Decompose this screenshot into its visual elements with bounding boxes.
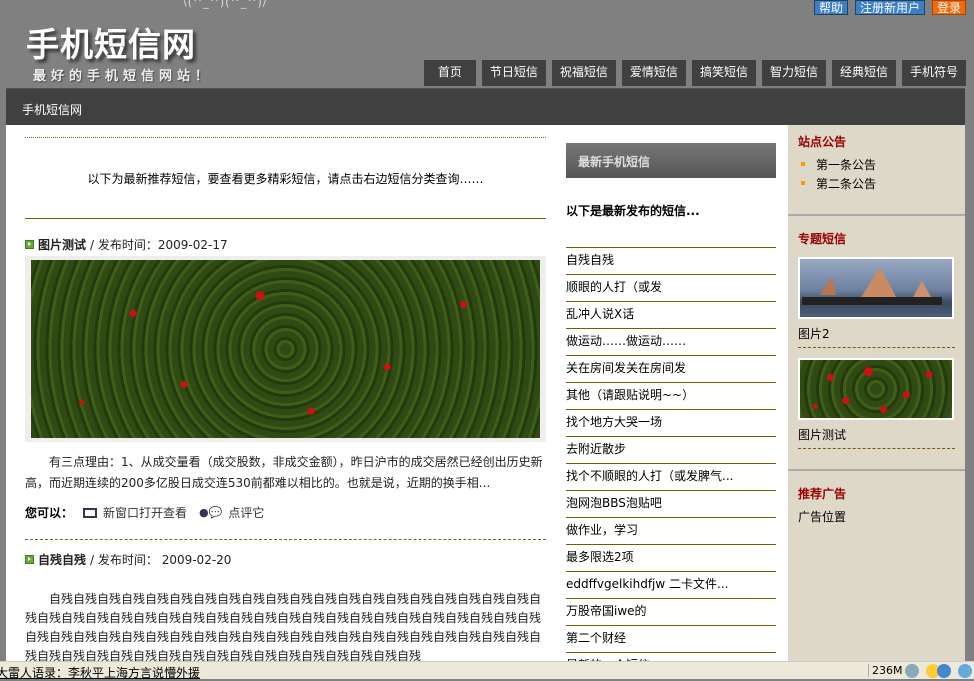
post-meta: / 发布时间：2009-02-17 <box>90 237 228 252</box>
register-button[interactable]: 注册新用户 <box>854 0 925 15</box>
post-header: 图片测试 / 发布时间：2009-02-17 <box>25 235 546 253</box>
ad-placeholder: 广告位置 <box>798 510 847 524</box>
nav-classic[interactable]: 经典短信 <box>831 60 896 86</box>
notice-section: 站点公告 第一条公告 第二条公告 <box>788 125 965 194</box>
panel-subtitle: 以下是最新发布的短信... <box>566 204 700 218</box>
panel-title: 最新手机短信 <box>566 143 776 178</box>
post-excerpt: 有三点理由：1、从成交量看（成交股数，非成交金额），昨日沪市的成交居然已经创出历… <box>25 455 543 490</box>
list-item[interactable]: 关在房间发关在房间发 <box>566 355 776 382</box>
ship-thumbnail[interactable] <box>798 257 954 319</box>
content-area: 以下为最新推荐短信，要查看更多精彩短信，请点击右边短信分类查询…… 图片测试 /… <box>6 125 788 672</box>
top-buttons: 帮助 注册新用户 登录 <box>813 0 966 15</box>
open-new-window-link[interactable]: 新窗口打开查看 <box>103 504 187 521</box>
nav-funny[interactable]: 搞笑短信 <box>691 60 756 86</box>
post-excerpt: 自残自残自残自残自残自残自残自残自残自残自残自残自残自残自残自残自残自残自残自残… <box>25 592 542 663</box>
arrow-bullet-icon <box>25 554 34 564</box>
list-item[interactable]: 做作业，学习 <box>566 517 776 544</box>
divider <box>25 137 546 138</box>
list-item[interactable]: 乱冲人说X话 <box>566 301 776 328</box>
notice-item[interactable]: 第二条公告 <box>798 175 955 194</box>
intro-text: 以下为最新推荐短信，要查看更多精彩短信，请点击右边短信分类查询…… <box>87 172 484 186</box>
post-title[interactable]: 自残自残 <box>38 551 86 568</box>
browser-status-bar: 大雷人语录：李秋平上海方言说懵外援 236M <box>0 661 974 681</box>
list-item[interactable]: 找个不顺眼的人打（或发脾气... <box>566 463 776 490</box>
leaf-thumbnail[interactable] <box>798 358 954 420</box>
header: \(^_^)(^_^)/ 手机短信网 最好的手机短信网站！ 帮助 注册新用户 登… <box>0 0 974 88</box>
list-item[interactable]: 做运动……做运动…… <box>566 328 776 355</box>
nav-symbols[interactable]: 手机符号 <box>901 60 966 86</box>
home-icon[interactable] <box>937 664 951 678</box>
divider <box>25 218 546 219</box>
nav-puzzle[interactable]: 智力短信 <box>761 60 826 86</box>
post-title[interactable]: 图片测试 <box>38 236 86 253</box>
site-slogan: 最好的手机短信网站！ <box>33 69 214 84</box>
latest-sms-panel: 最新手机短信 以下是最新发布的短信... 自残自残 顺眼的人打（或发 乱冲人说X… <box>566 143 776 679</box>
list-item[interactable]: 找个地方大哭一场 <box>566 409 776 436</box>
actions-label: 您可以： <box>25 506 74 520</box>
list-item[interactable]: 去附近散步 <box>566 436 776 463</box>
nav-holiday[interactable]: 节日短信 <box>481 60 546 86</box>
list-item[interactable]: 最多限选2项 <box>566 544 776 571</box>
main-nav: 首页 节日短信 祝福短信 爱情短信 搞笑短信 智力短信 经典短信 手机符号 <box>423 60 966 86</box>
section-title: 推荐广告 <box>798 487 847 501</box>
divider <box>25 539 546 540</box>
post-meta: / 发布时间： 2009-02-20 <box>90 552 232 567</box>
section-title: 专题短信 <box>798 232 847 246</box>
post-image-frame <box>25 256 546 442</box>
list-item[interactable]: 泡网泡BBS泡贴吧 <box>566 490 776 517</box>
login-button[interactable]: 登录 <box>931 0 966 15</box>
list-item[interactable]: 万股帝国iwe的 <box>566 598 776 625</box>
nav-home[interactable]: 首页 <box>423 60 476 86</box>
list-item[interactable]: 顺眼的人打（或发 <box>566 274 776 301</box>
topic-caption[interactable]: 图片2 <box>798 325 955 345</box>
nav-blessing[interactable]: 祝福短信 <box>551 60 616 86</box>
list-item[interactable]: eddffvgelkihdfjw 二卡文件... <box>566 571 776 598</box>
download-icon[interactable] <box>905 664 919 678</box>
topic-caption[interactable]: 图片测试 <box>798 426 955 446</box>
divider <box>798 448 955 449</box>
notice-item[interactable]: 第一条公告 <box>798 156 955 175</box>
divider <box>798 347 955 348</box>
nav-love[interactable]: 爱情短信 <box>621 60 686 86</box>
post-actions: 您可以： 新窗口打开查看 ●💬 点评它 <box>25 504 546 521</box>
ime-icon[interactable] <box>958 664 972 678</box>
main-column: 以下为最新推荐短信，要查看更多精彩短信，请点击右边短信分类查询…… 图片测试 /… <box>25 125 546 666</box>
list-item[interactable]: 第二个财经 <box>566 625 776 652</box>
leaf-image[interactable] <box>31 260 540 438</box>
post-header: 自残自残 / 发布时间： 2009-02-20 <box>25 550 546 568</box>
memory-readout: 236M <box>868 664 903 677</box>
ad-section: 推荐广告 广告位置 <box>788 471 965 525</box>
topic-section: 专题短信 图片2 图片测试 <box>788 216 965 449</box>
list-item[interactable]: 其他（请跟贴说明~~） <box>566 382 776 409</box>
emoticon-text: \(^_^)(^_^)/ <box>183 0 268 9</box>
comment-link[interactable]: 点评它 <box>228 504 264 521</box>
help-button[interactable]: 帮助 <box>813 0 848 15</box>
new-window-icon <box>83 507 98 518</box>
latest-sms-list: 自残自残 顺眼的人打（或发 乱冲人说X话 做运动……做运动…… 关在房间发关在房… <box>566 247 776 679</box>
arrow-bullet-icon <box>25 239 34 249</box>
sailboat-image <box>802 267 942 305</box>
status-link[interactable]: 大雷人语录：李秋平上海方言说懵外援 <box>0 664 200 681</box>
section-title: 站点公告 <box>798 135 847 149</box>
list-item[interactable]: 自残自残 <box>566 247 776 274</box>
right-sidebar: 站点公告 第一条公告 第二条公告 专题短信 图片2 图片测试 推荐广告 广告位置 <box>788 125 965 661</box>
breadcrumb[interactable]: 手机短信网 <box>6 88 965 125</box>
site-logo[interactable]: 手机短信网 <box>26 18 196 66</box>
comment-icon: ●💬 <box>199 506 223 519</box>
